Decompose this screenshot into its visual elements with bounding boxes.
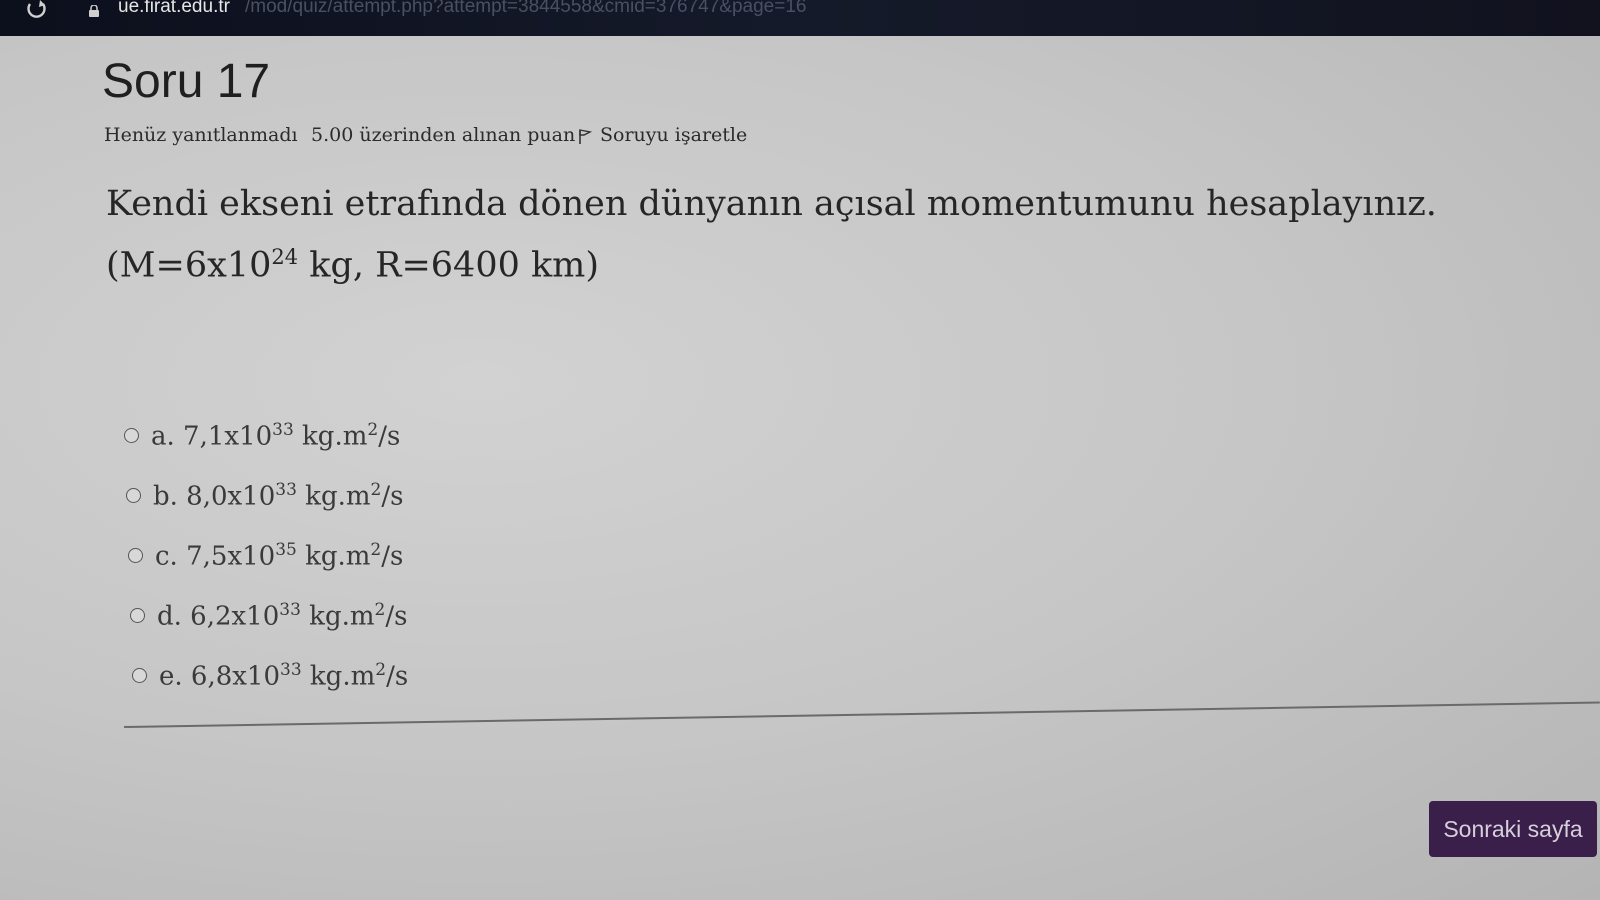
radio-button[interactable] xyxy=(124,428,139,444)
answer-unit: kg.m xyxy=(296,481,371,512)
answer-option-b[interactable]: b. 8,0x1033 kg.m2/s xyxy=(126,480,403,512)
answer-label: d. 6,2x1033 kg.m2/s xyxy=(157,600,407,632)
answer-unit-exponent: 2 xyxy=(367,420,379,440)
answer-unit: kg.m xyxy=(301,661,376,692)
question-text-part2: kg, R=6400 km) xyxy=(298,245,600,286)
radio-button[interactable] xyxy=(132,668,147,684)
lock-icon xyxy=(88,2,100,17)
answer-unit: kg.m xyxy=(296,541,371,572)
url-path[interactable]: /mod/quiz/attempt.php?attempt=3844558&cm… xyxy=(245,0,806,18)
question-title: Soru 17 xyxy=(102,55,271,108)
answer-exponent: 35 xyxy=(275,540,297,560)
question-divider xyxy=(123,701,1600,728)
url-host[interactable]: ue.firat.edu.tr xyxy=(118,0,230,18)
answer-prefix: d. 6,2x10 xyxy=(157,601,280,632)
answer-label: b. 8,0x1033 kg.m2/s xyxy=(153,480,403,512)
answer-unit-exponent: 2 xyxy=(374,600,386,620)
answer-prefix: a. 7,1x10 xyxy=(151,421,273,452)
answer-label: c. 7,5x1035 kg.m2/s xyxy=(155,540,403,572)
answer-unit-exponent: 2 xyxy=(370,540,382,560)
answer-unit-tail: /s xyxy=(385,601,408,632)
answer-label: a. 7,1x1033 kg.m2/s xyxy=(151,420,400,452)
answer-exponent: 33 xyxy=(275,480,297,500)
radio-button[interactable] xyxy=(126,488,141,504)
answer-option-c[interactable]: c. 7,5x1035 kg.m2/s xyxy=(128,540,403,572)
question-status: Henüz yanıtlanmadı xyxy=(104,124,298,146)
answer-prefix: e. 6,8x10 xyxy=(159,661,281,692)
answer-exponent: 33 xyxy=(280,660,302,680)
answer-option-d[interactable]: d. 6,2x1033 kg.m2/s xyxy=(130,600,407,632)
answer-unit-exponent: 2 xyxy=(370,480,382,500)
flag-question-label: Soruyu işaretle xyxy=(600,124,748,146)
answer-unit-tail: /s xyxy=(378,421,401,452)
browser-bar: ue.firat.edu.tr /mod/quiz/attempt.php?at… xyxy=(0,0,1600,36)
next-page-button[interactable]: Sonraki sayfa xyxy=(1429,801,1597,857)
answer-prefix: c. 7,5x10 xyxy=(155,541,276,572)
flag-question-link[interactable]: Soruyu işaretle xyxy=(578,124,747,146)
answer-unit-exponent: 2 xyxy=(375,660,387,680)
question-text: Kendi ekseni etrafında dönen dünyanın aç… xyxy=(106,178,1566,293)
answer-prefix: b. 8,0x10 xyxy=(153,481,276,512)
radio-button[interactable] xyxy=(128,548,143,564)
answer-exponent: 33 xyxy=(279,600,301,620)
quiz-page: Soru 17 Henüz yanıtlanmadı 5.00 üzerinde… xyxy=(0,36,1600,900)
flag-icon xyxy=(578,127,593,144)
answer-unit: kg.m xyxy=(300,601,375,632)
question-text-exponent: 24 xyxy=(271,245,299,269)
answer-unit-tail: /s xyxy=(381,541,404,572)
radio-button[interactable] xyxy=(130,608,145,624)
answer-label: e. 6,8x1033 kg.m2/s xyxy=(159,660,408,692)
answer-unit-tail: /s xyxy=(381,481,404,512)
answer-option-a[interactable]: a. 7,1x1033 kg.m2/s xyxy=(124,420,400,452)
reload-icon[interactable] xyxy=(26,0,48,18)
answer-option-e[interactable]: e. 6,8x1033 kg.m2/s xyxy=(132,660,408,692)
answer-unit-tail: /s xyxy=(386,661,409,692)
question-points: 5.00 üzerinden alınan puan xyxy=(311,124,576,146)
answer-exponent: 33 xyxy=(272,420,294,440)
answer-unit: kg.m xyxy=(293,421,368,452)
